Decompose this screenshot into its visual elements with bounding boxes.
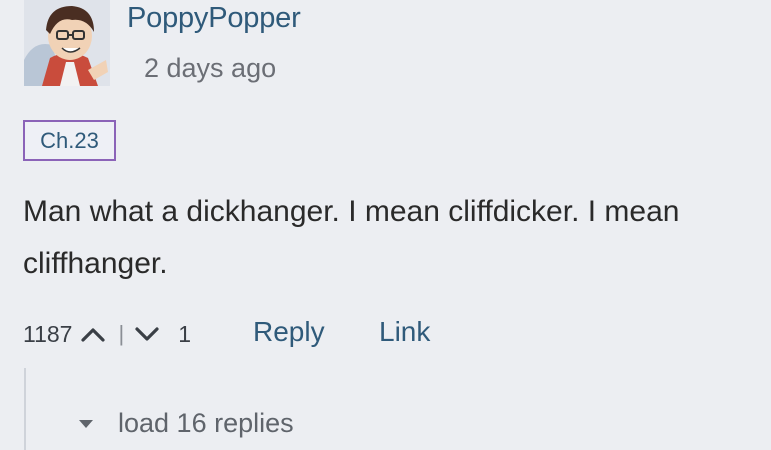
- avatar[interactable]: [24, 0, 110, 86]
- avatar-image: [24, 0, 110, 86]
- link-button[interactable]: Link: [379, 316, 430, 348]
- chapter-badge[interactable]: Ch.23: [23, 120, 116, 161]
- comment: PoppyPopper 2 days ago Ch.23 Man what a …: [0, 0, 771, 450]
- downvote-count: 1: [178, 320, 191, 347]
- comment-timestamp: 2 days ago: [144, 53, 277, 83]
- chevron-down-icon[interactable]: [134, 325, 160, 343]
- upvote-count: 1187: [23, 320, 73, 347]
- vote-bar: 1187 | 1: [23, 312, 191, 356]
- caret-down-icon: [78, 418, 94, 430]
- username[interactable]: PoppyPopper: [127, 2, 301, 35]
- reply-button[interactable]: Reply: [253, 316, 325, 348]
- chevron-up-icon[interactable]: [80, 325, 106, 343]
- load-replies-button[interactable]: load 16 replies: [78, 408, 294, 439]
- thread-line: [24, 368, 26, 450]
- comment-text: Man what a dickhanger. I mean cliffdicke…: [23, 195, 680, 280]
- load-replies-label: load 16 replies: [118, 408, 294, 438]
- vote-separator: |: [118, 321, 125, 346]
